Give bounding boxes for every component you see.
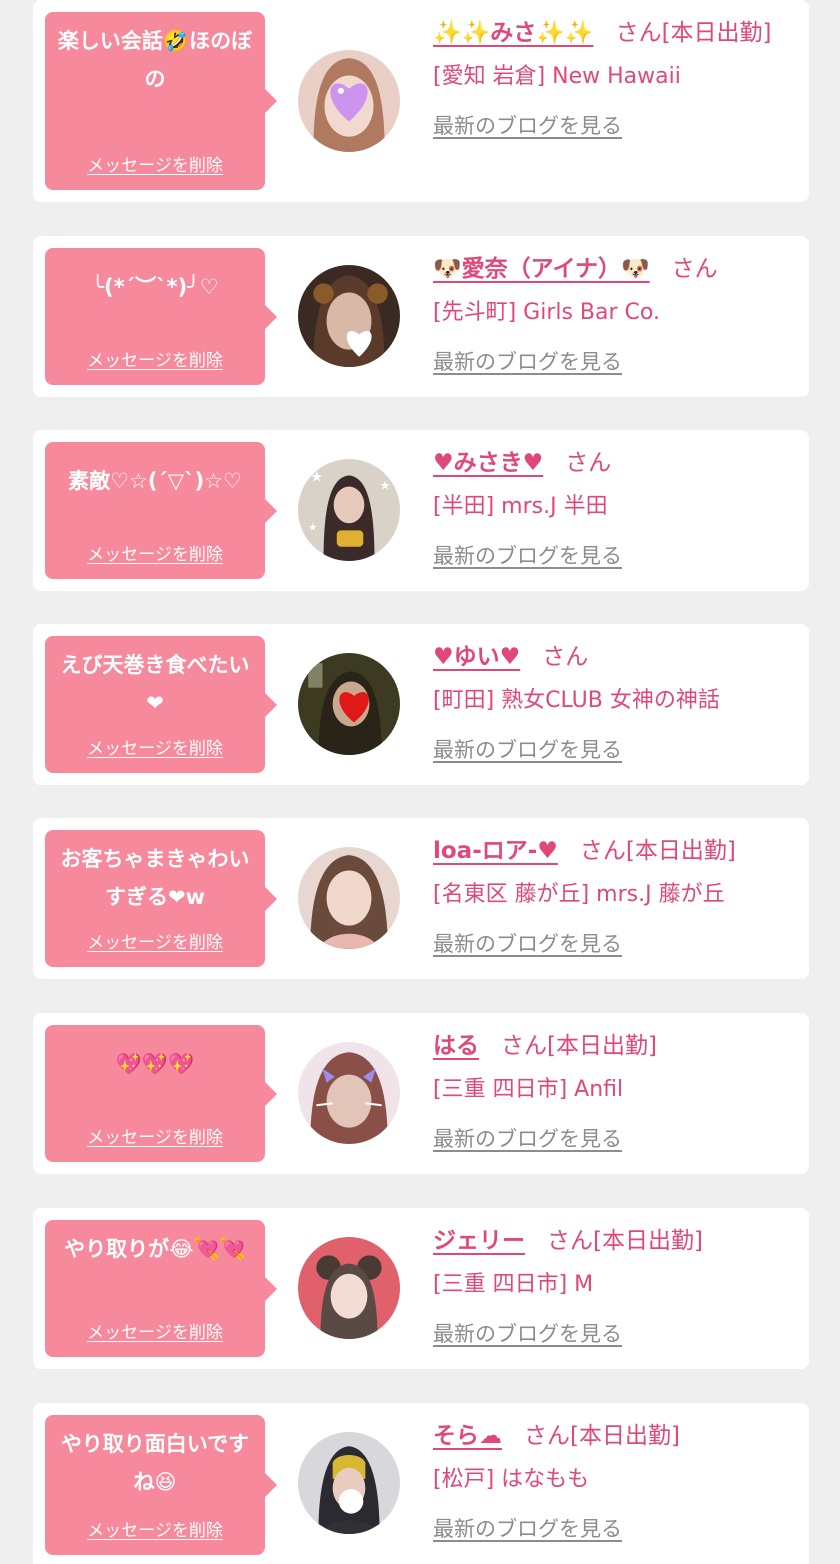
message-text: 💖💖💖 xyxy=(115,1052,195,1076)
cast-name-link[interactable]: ✨✨みさ✨✨ xyxy=(433,20,594,46)
cast-info: ♥ゆい♥ さん [町田] 熟女CLUB 女神の神話 最新のブログを見る xyxy=(433,636,791,764)
shop-info: [町田] 熟女CLUB 女神の神話 xyxy=(433,688,720,713)
cast-name-link[interactable]: loa-ロア-♥ xyxy=(433,838,558,864)
shop-info: [先斗町] Girls Bar Co. xyxy=(433,300,660,325)
view-blog-link[interactable]: 最新のブログを見る xyxy=(433,1513,622,1543)
cast-info: ジェリー さん[本日出勤] [三重 四日市] M 最新のブログを見る xyxy=(433,1220,791,1348)
shop-info: [愛知 岩倉] New Hawaii xyxy=(433,64,681,89)
cast-suffix: さん[本日出勤] xyxy=(547,1228,703,1254)
svg-text:★: ★ xyxy=(310,469,323,485)
cast-suffix: さん[本日出勤] xyxy=(501,1033,657,1059)
message-bubble: 楽しい会話🤣ほのぼの メッセージを削除 xyxy=(45,12,277,190)
message-list: 楽しい会話🤣ほのぼの メッセージを削除 ✨✨みさ✨✨ さん[本日出勤] [愛知 岩… xyxy=(0,0,840,1564)
message-text: えび天巻き食べたい❤ xyxy=(60,653,250,715)
delete-message-link[interactable]: メッセージを削除 xyxy=(45,1318,265,1343)
avatar-photo-icon xyxy=(298,847,400,949)
delete-message-link[interactable]: メッセージを削除 xyxy=(45,1516,265,1541)
cast-suffix: さん[本日出勤] xyxy=(615,20,772,46)
avatar[interactable] xyxy=(298,1237,400,1339)
delete-message-link[interactable]: メッセージを削除 xyxy=(45,151,265,176)
message-card: やり取りが😂💘💘 メッセージを削除 ジェリー さん[本日出勤] [三重 四日市] … xyxy=(33,1208,809,1369)
cast-info: そら☁ さん[本日出勤] [松戸] はなもも 最新のブログを見る xyxy=(433,1415,791,1543)
message-bubble: やり取りが😂💘💘 メッセージを削除 xyxy=(45,1220,277,1357)
message-card: えび天巻き食べたい❤ メッセージを削除 ♥ゆい♥ さん [町田] 熟女CLUB 女… xyxy=(33,624,809,785)
message-card: ╰(*´︶`*)╯♡ メッセージを削除 🐶愛奈（アイナ）🐶 さん [先斗町] Gi… xyxy=(33,236,809,397)
cast-suffix: さん[本日出勤] xyxy=(524,1423,680,1449)
avatar[interactable] xyxy=(298,265,400,367)
avatar[interactable] xyxy=(298,653,400,755)
cast-suffix: さん xyxy=(542,644,589,670)
cast-info: はる さん[本日出勤] [三重 四日市] Anfil 最新のブログを見る xyxy=(433,1025,791,1153)
message-text: 素敵♡☆(´▽`)☆♡ xyxy=(68,469,242,493)
avatar-photo-icon xyxy=(298,1042,400,1144)
shop-info: [半田] mrs.J 半田 xyxy=(433,494,608,519)
message-bubble: やり取り面白いですね😆 メッセージを削除 xyxy=(45,1415,277,1555)
avatar-photo-icon xyxy=(298,1432,400,1534)
delete-message-link[interactable]: メッセージを削除 xyxy=(45,734,265,759)
message-text: やり取り面白いですね😆 xyxy=(60,1432,250,1494)
delete-message-link[interactable]: メッセージを削除 xyxy=(45,1123,265,1148)
message-card: 💖💖💖 メッセージを削除 はる さん[本日出勤] [三重 四日市] Anfil 最… xyxy=(33,1013,809,1174)
message-card: お客ちゃまきゃわいすぎる❤w メッセージを削除 loa-ロア-♥ さん[本日出勤]… xyxy=(33,818,809,979)
avatar[interactable] xyxy=(298,1432,400,1534)
cast-name-link[interactable]: はる xyxy=(433,1033,479,1059)
cast-name-link[interactable]: ♥みさき♥ xyxy=(433,450,543,476)
svg-text:★: ★ xyxy=(380,479,391,493)
view-blog-link[interactable]: 最新のブログを見る xyxy=(433,1318,622,1348)
avatar-photo-icon xyxy=(298,50,400,152)
message-card: 楽しい会話🤣ほのぼの メッセージを削除 ✨✨みさ✨✨ さん[本日出勤] [愛知 岩… xyxy=(33,0,809,202)
avatar[interactable]: ★ ★ ★ xyxy=(298,459,400,561)
message-bubble: ╰(*´︶`*)╯♡ メッセージを削除 xyxy=(45,248,277,385)
view-blog-link[interactable]: 最新のブログを見る xyxy=(433,346,622,376)
cast-info: ✨✨みさ✨✨ さん[本日出勤] [愛知 岩倉] New Hawaii 最新のブログ… xyxy=(433,12,791,140)
cast-suffix: さん xyxy=(671,256,718,282)
delete-message-link[interactable]: メッセージを削除 xyxy=(45,346,265,371)
shop-info: [名東区 藤が丘] mrs.J 藤が丘 xyxy=(433,882,725,907)
message-text: やり取りが😂💘💘 xyxy=(64,1237,246,1261)
avatar-photo-icon xyxy=(298,265,400,367)
message-text: 楽しい会話🤣ほのぼの xyxy=(57,29,253,91)
delete-message-link[interactable]: メッセージを削除 xyxy=(45,540,265,565)
message-bubble: お客ちゃまきゃわいすぎる❤w メッセージを削除 xyxy=(45,830,277,967)
avatar[interactable] xyxy=(298,1042,400,1144)
cast-name-link[interactable]: 🐶愛奈（アイナ）🐶 xyxy=(433,256,650,282)
view-blog-link[interactable]: 最新のブログを見る xyxy=(433,540,622,570)
svg-text:★: ★ xyxy=(308,522,317,533)
avatar-photo-icon xyxy=(298,1237,400,1339)
message-bubble: 💖💖💖 メッセージを削除 xyxy=(45,1025,277,1162)
view-blog-link[interactable]: 最新のブログを見る xyxy=(433,734,622,764)
shop-info: [三重 四日市] M xyxy=(433,1272,594,1297)
delete-message-link[interactable]: メッセージを削除 xyxy=(45,928,265,953)
message-bubble: 素敵♡☆(´▽`)☆♡ メッセージを削除 xyxy=(45,442,277,579)
cast-info: 🐶愛奈（アイナ）🐶 さん [先斗町] Girls Bar Co. 最新のブログを見… xyxy=(433,248,791,376)
message-card: 素敵♡☆(´▽`)☆♡ メッセージを削除 ★ ★ ★ ♥みさき♥ さん [半田] … xyxy=(33,430,809,591)
shop-info: [松戸] はなもも xyxy=(433,1467,590,1492)
cast-suffix: さん[本日出勤] xyxy=(579,838,736,864)
cast-info: loa-ロア-♥ さん[本日出勤] [名東区 藤が丘] mrs.J 藤が丘 最新の… xyxy=(433,830,791,958)
cast-suffix: さん xyxy=(565,450,612,476)
view-blog-link[interactable]: 最新のブログを見る xyxy=(433,1123,622,1153)
cast-name-link[interactable]: ♥ゆい♥ xyxy=(433,644,520,670)
cast-info: ♥みさき♥ さん [半田] mrs.J 半田 最新のブログを見る xyxy=(433,442,791,570)
message-card: やり取り面白いですね😆 メッセージを削除 そら☁ さん[本日出勤] [松戸] はな… xyxy=(33,1403,809,1564)
view-blog-link[interactable]: 最新のブログを見る xyxy=(433,110,622,140)
shop-info: [三重 四日市] Anfil xyxy=(433,1077,624,1102)
cast-name-link[interactable]: そら☁ xyxy=(433,1423,502,1449)
avatar-photo-icon xyxy=(298,653,400,755)
message-text: お客ちゃまきゃわいすぎる❤w xyxy=(60,847,250,909)
message-bubble: えび天巻き食べたい❤ メッセージを削除 xyxy=(45,636,277,773)
avatar[interactable] xyxy=(298,50,400,152)
cast-name-link[interactable]: ジェリー xyxy=(433,1228,525,1254)
message-text: ╰(*´︶`*)╯♡ xyxy=(91,275,219,299)
avatar-photo-icon: ★ ★ ★ xyxy=(298,459,400,561)
view-blog-link[interactable]: 最新のブログを見る xyxy=(433,928,622,958)
avatar[interactable] xyxy=(298,847,400,949)
